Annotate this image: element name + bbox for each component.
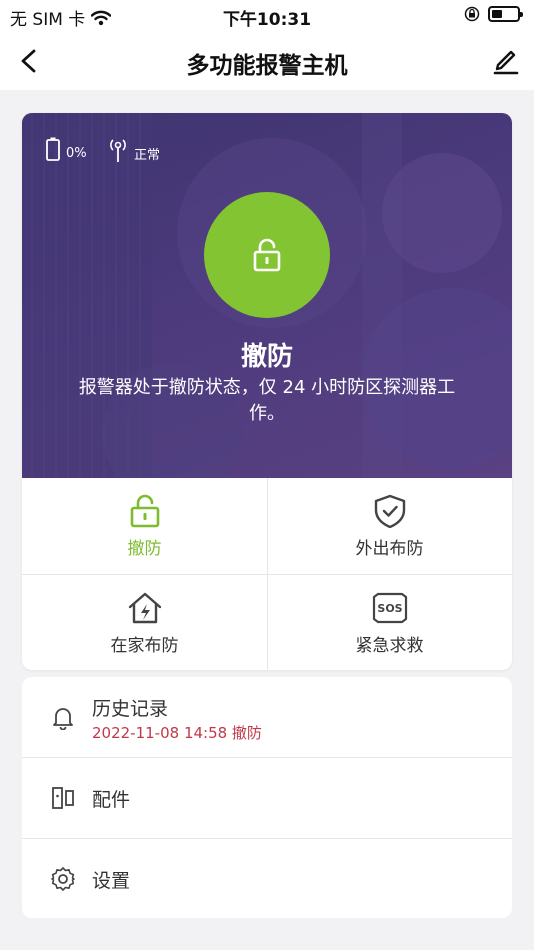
nav-bar: 多功能报警主机 <box>0 32 534 90</box>
history-label: 历史记录 <box>92 698 169 720</box>
menu-list-card: 历史记录 2022-11-08 14:58 撤防 配件 设置 <box>22 677 512 918</box>
settings-row[interactable]: 设置 <box>22 839 512 918</box>
mode-home-arm-label: 在家布防 <box>110 636 179 656</box>
unlock-icon <box>130 494 159 528</box>
device-battery-icon <box>46 137 60 161</box>
alarm-control-card: 0% 正常 撤防 报警器处于撤防状态，仅 24 小时防区探测器工作。 撤防 外出… <box>22 113 512 670</box>
page-title: 多功能报警主机 <box>186 53 348 79</box>
battery-percent: 0% <box>66 146 87 161</box>
shield-check-icon <box>374 494 405 528</box>
unlock-icon <box>253 238 281 272</box>
status-bar: 无 SIM 卡 下午10:31 <box>0 0 534 32</box>
edit-icon[interactable] <box>490 45 520 75</box>
history-row[interactable]: 历史记录 2022-11-08 14:58 撤防 <box>22 677 512 757</box>
mode-emergency[interactable]: SOS 紧急求救 <box>267 575 512 670</box>
orientation-lock-icon <box>464 6 480 22</box>
device-signal-status: 正常 <box>108 137 160 163</box>
svg-text:SOS: SOS <box>377 602 402 615</box>
signal-text: 正常 <box>134 148 161 163</box>
disarm-state-button[interactable] <box>204 192 330 318</box>
device-battery-status: 0% <box>46 137 87 161</box>
mode-away-arm-label: 外出布防 <box>355 539 424 559</box>
battery-icon <box>488 6 523 22</box>
accessory-device-icon <box>52 787 74 809</box>
mode-disarm-label: 撤防 <box>127 539 162 559</box>
status-right <box>464 6 523 22</box>
alarm-status-panel: 0% 正常 撤防 报警器处于撤防状态，仅 24 小时防区探测器工作。 <box>22 113 512 478</box>
accessories-label: 配件 <box>92 789 131 811</box>
mode-grid: 撤防 外出布防 在家布防 SOS 紧急求救 <box>22 478 512 670</box>
sos-icon: SOS <box>372 592 407 624</box>
settings-label: 设置 <box>92 870 131 892</box>
mode-emergency-label: 紧急求救 <box>355 636 424 656</box>
signal-tower-icon <box>110 139 126 162</box>
history-latest: 2022-11-08 14:58 撤防 <box>92 724 262 742</box>
grid-divider-horizontal <box>22 574 512 575</box>
mode-disarm[interactable]: 撤防 <box>22 478 267 574</box>
state-description: 报警器处于撤防状态，仅 24 小时防区探测器工作。 <box>78 377 456 424</box>
clock: 下午10:31 <box>222 10 312 30</box>
home-lightning-icon <box>128 592 161 624</box>
bell-icon <box>53 708 73 730</box>
state-title: 撤防 <box>240 342 293 372</box>
gear-icon <box>51 867 75 891</box>
mode-home-arm[interactable]: 在家布防 <box>22 575 267 670</box>
mode-away-arm[interactable]: 外出布防 <box>267 478 512 574</box>
accessories-row[interactable]: 配件 <box>22 758 512 838</box>
